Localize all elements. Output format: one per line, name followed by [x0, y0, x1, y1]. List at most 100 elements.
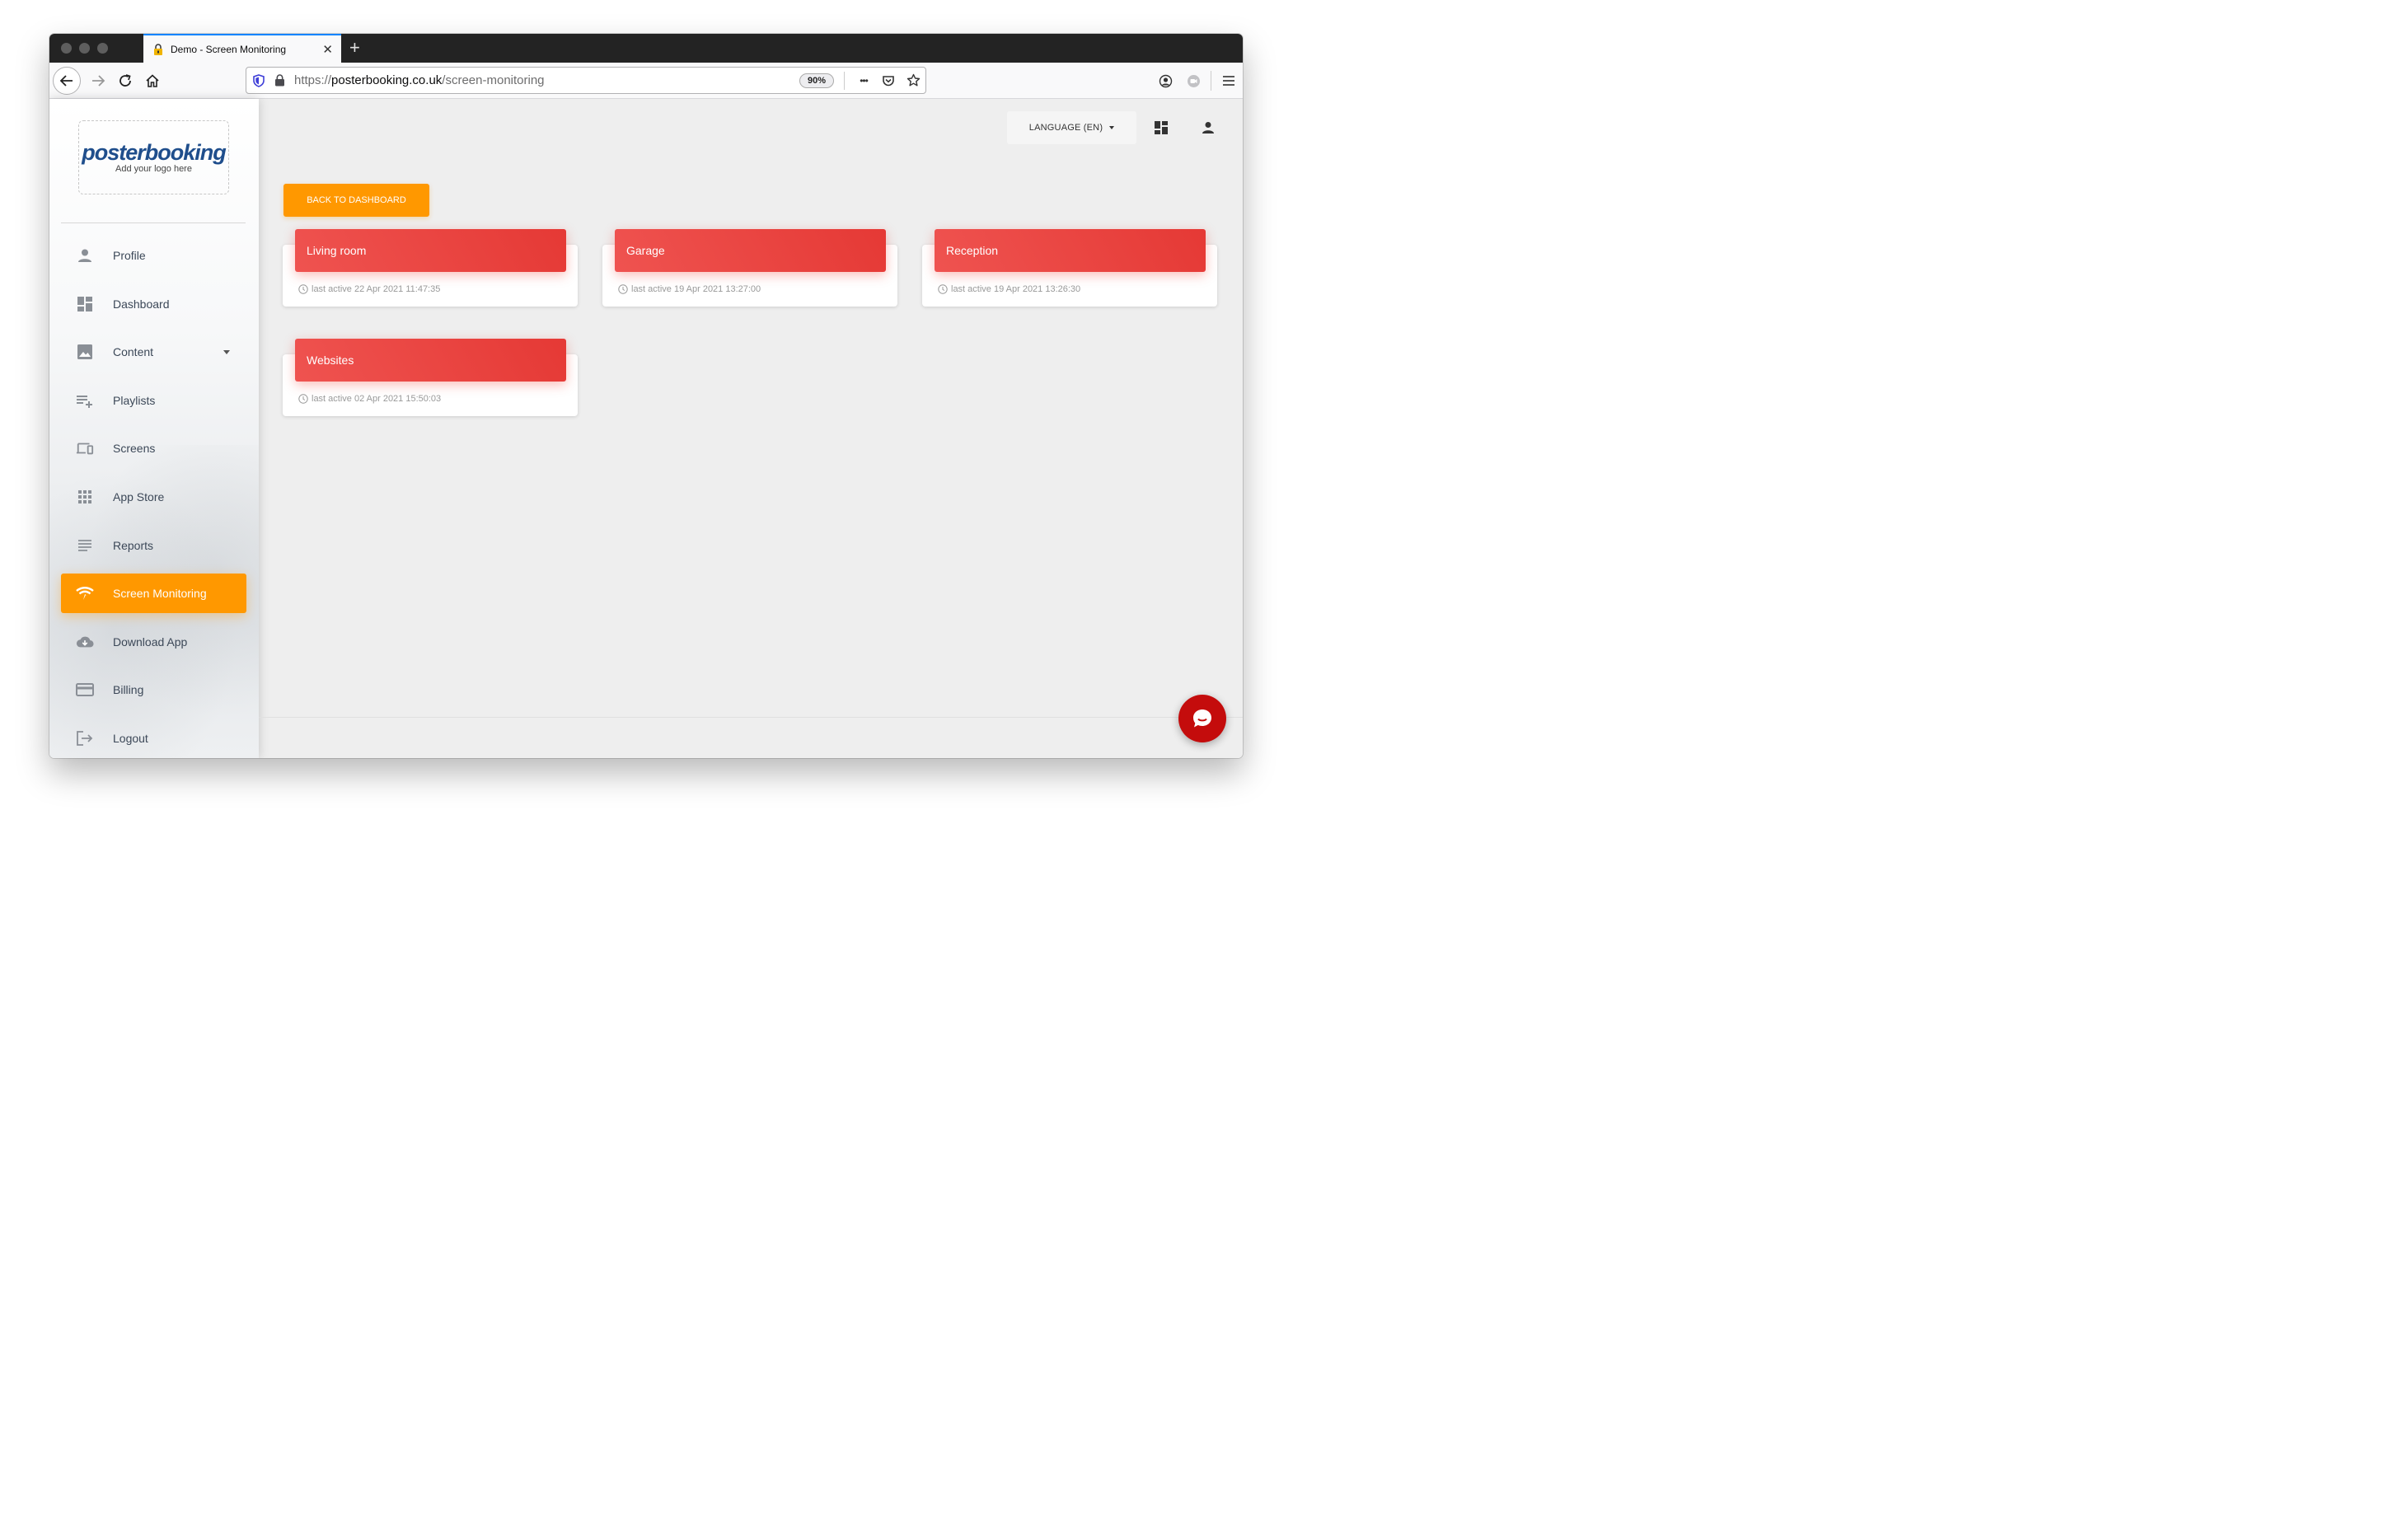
last-active-text: last active 22 Apr 2021 11:47:35: [312, 284, 441, 294]
close-window-button[interactable]: [61, 43, 72, 54]
screen-card-footer: last active 02 Apr 2021 15:50:03: [298, 394, 441, 404]
screen-card[interactable]: Reception last active 19 Apr 2021 13:26:…: [922, 229, 1217, 307]
screen-card-title[interactable]: Reception: [935, 229, 1206, 272]
padlock-icon[interactable]: [271, 68, 288, 93]
last-active-text: last active 02 Apr 2021 15:50:03: [312, 394, 442, 404]
sidebar-item-logout[interactable]: Logout: [61, 719, 246, 758]
sidebar-item-label: Download App: [113, 635, 188, 649]
minimize-window-button[interactable]: [79, 43, 90, 54]
live-chat-button[interactable]: [1178, 695, 1226, 742]
dashboard-icon: [76, 295, 94, 313]
toolbar-right: [1151, 67, 1243, 95]
star-icon: [907, 73, 920, 87]
screen-card[interactable]: Websites last active 02 Apr 2021 15:50:0…: [283, 339, 578, 416]
screen-card-footer: last active 19 Apr 2021 13:26:30: [938, 284, 1080, 294]
browser-window: Demo - Screen Monitoring ✕ + https://pos…: [49, 34, 1243, 758]
tab-active[interactable]: Demo - Screen Monitoring ✕: [143, 34, 341, 63]
screen-card[interactable]: Garage last active 19 Apr 2021 13:27:00: [602, 229, 897, 307]
reload-button[interactable]: [111, 67, 139, 95]
sidebar-item-billing[interactable]: Billing: [61, 670, 246, 709]
sidebar-item-screens[interactable]: Screens: [61, 428, 246, 468]
account-button[interactable]: [1151, 68, 1179, 93]
screen-card-footer: last active 22 Apr 2021 11:47:35: [298, 284, 440, 294]
page-actions-button[interactable]: •••: [851, 68, 876, 93]
account-circle-icon: [1159, 74, 1172, 87]
image-icon: [76, 343, 94, 361]
bookmark-star-button[interactable]: [901, 68, 925, 93]
tab-close-icon[interactable]: ✕: [322, 42, 333, 57]
cloud-download-icon: [76, 633, 94, 651]
sidebar-item-dashboard[interactable]: Dashboard: [61, 284, 246, 324]
person-icon: [76, 246, 94, 265]
language-dropdown-button[interactable]: LANGUAGE (EN): [1007, 111, 1136, 144]
address-bar[interactable]: https://posterbooking.co.uk/screen-monit…: [246, 67, 926, 94]
apps-grid-icon: [76, 488, 94, 506]
logo-placeholder[interactable]: posterbooking Add your logo here: [78, 120, 229, 194]
screen-card-title[interactable]: Garage: [615, 229, 886, 272]
tab-title: Demo - Screen Monitoring: [171, 43, 287, 55]
pocket-button[interactable]: [876, 68, 901, 93]
url-scheme: https://: [294, 73, 332, 87]
navigation-bar: https://posterbooking.co.uk/screen-monit…: [49, 63, 1243, 99]
screen-card-footer: last active 19 Apr 2021 13:27:00: [618, 284, 761, 294]
sidebar-item-label: Reports: [113, 538, 154, 552]
page-content: posterbooking Add your logo here Profile…: [49, 99, 1243, 758]
sidebar-item-screen-monitoring[interactable]: Screen Monitoring: [61, 574, 246, 614]
sidebar-menu: Profile Dashboard Content Playlists Scre…: [61, 236, 246, 758]
chevron-down-icon[interactable]: [223, 349, 230, 354]
url-domain: posterbooking.co.uk: [331, 73, 443, 87]
window-controls: [61, 43, 108, 54]
forward-button[interactable]: [84, 67, 112, 95]
extension-button[interactable]: [1179, 68, 1207, 93]
dashboard-top-button[interactable]: [1150, 117, 1172, 138]
playlist-add-icon: [76, 391, 94, 410]
wifi-signal-icon: [76, 584, 94, 602]
hamburger-menu-icon: [1223, 76, 1234, 86]
sidebar-divider: [61, 222, 246, 223]
user-menu-button[interactable]: [1197, 117, 1219, 138]
home-icon: [146, 74, 159, 87]
person-icon: [1202, 122, 1214, 133]
screen-card-title[interactable]: Websites: [295, 339, 566, 382]
url-divider: [844, 71, 845, 90]
sidebar-item-label: Content: [113, 345, 154, 359]
url-path: /screen-monitoring: [442, 73, 545, 87]
sidebar-item-playlists[interactable]: Playlists: [61, 381, 246, 420]
last-active-text: last active 19 Apr 2021 13:27:00: [631, 284, 761, 294]
sidebar-item-content[interactable]: Content: [61, 332, 246, 372]
arrow-left-icon: [59, 75, 73, 87]
sidebar-item-reports[interactable]: Reports: [61, 526, 246, 565]
language-label: LANGUAGE (EN): [1028, 123, 1103, 133]
clock-icon: [618, 284, 628, 294]
sidebar-item-label: Screens: [113, 442, 156, 456]
sidebar-item-label: Playlists: [113, 393, 156, 407]
chat-bubble-icon: [1193, 709, 1211, 728]
clock-icon: [298, 284, 308, 294]
back-to-dashboard-button[interactable]: BACK TO DASHBOARD: [283, 184, 429, 217]
screen-card[interactable]: Living room last active 22 Apr 2021 11:4…: [283, 229, 578, 307]
hamburger-menu-button[interactable]: [1215, 68, 1243, 93]
lock-favicon-icon: [154, 43, 162, 55]
url-text[interactable]: https://posterbooking.co.uk/screen-monit…: [294, 73, 799, 87]
screen-card-title[interactable]: Living room: [295, 229, 566, 272]
footer-divider: [259, 717, 1243, 718]
arrow-right-icon: [92, 75, 105, 87]
logout-icon: [76, 729, 94, 747]
last-active-text: last active 19 Apr 2021 13:26:30: [951, 284, 1081, 294]
sidebar-item-profile[interactable]: Profile: [61, 236, 246, 275]
dashboard-icon: [1155, 121, 1168, 134]
sidebar-item-app-store[interactable]: App Store: [61, 477, 246, 517]
back-button[interactable]: [53, 67, 81, 95]
zoom-level-badge[interactable]: 90%: [799, 73, 834, 88]
sidebar-item-label: App Store: [113, 489, 165, 503]
more-dots-icon: •••: [860, 74, 869, 87]
pocket-icon: [883, 75, 894, 86]
sidebar-item-label: Billing: [113, 683, 144, 697]
new-tab-button[interactable]: +: [349, 39, 360, 57]
tracking-protection-shield-icon[interactable]: [246, 68, 271, 93]
maximize-window-button[interactable]: [97, 43, 108, 54]
video-extension-icon: [1187, 74, 1200, 87]
sidebar-item-download-app[interactable]: Download App: [61, 622, 246, 662]
home-button[interactable]: [138, 67, 166, 95]
sidebar-item-label: Logout: [113, 731, 148, 745]
